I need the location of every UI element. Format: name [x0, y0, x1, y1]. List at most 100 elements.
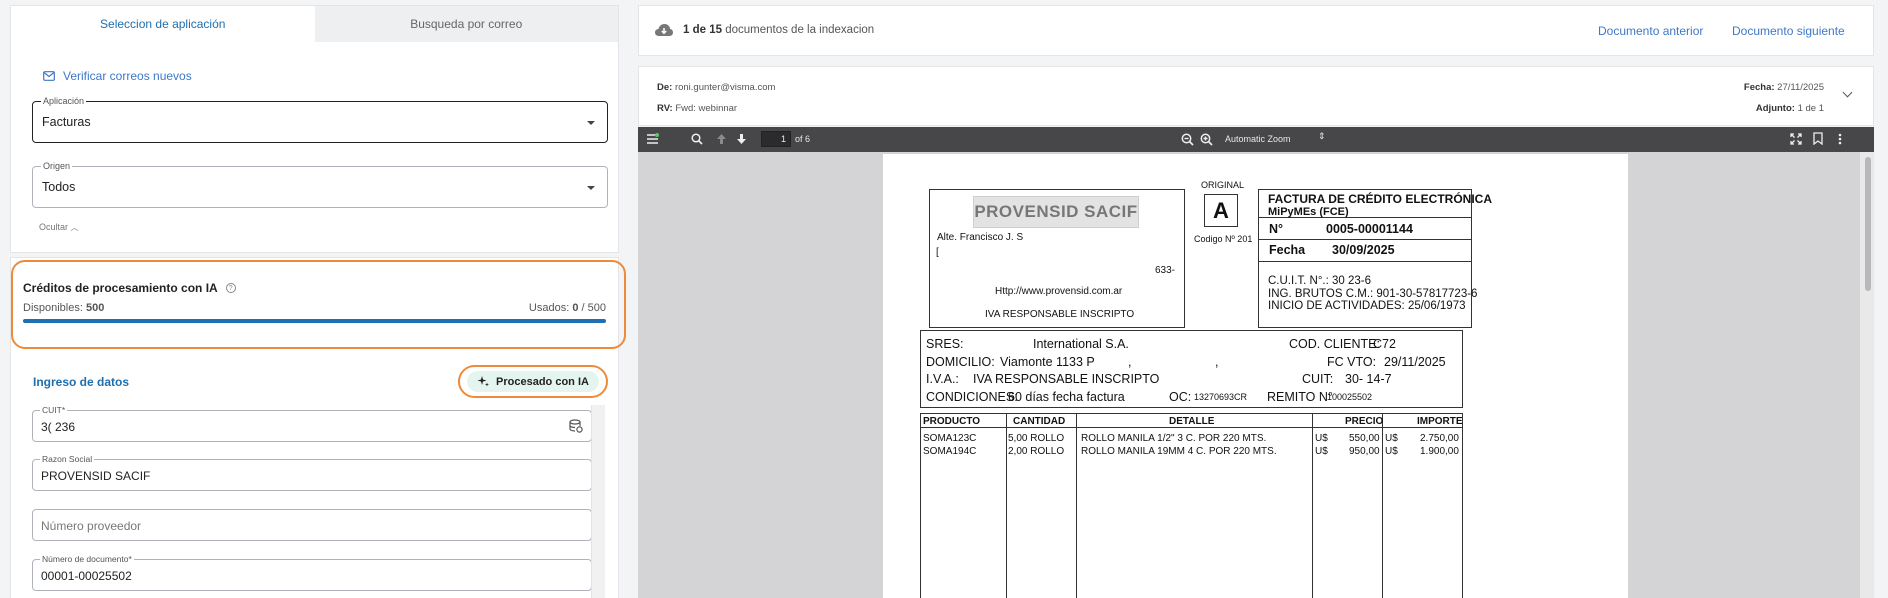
credits-available: Disponibles: 500 — [23, 302, 104, 314]
help-icon[interactable]: ? — [225, 283, 236, 293]
original-label: ORIGINAL — [1201, 180, 1245, 190]
col-cantidad: CANTIDAD — [1013, 416, 1066, 427]
ia-label: Procesado con IA — [496, 375, 589, 388]
row-detalle: ROLLO MANILA 19MM 4 C. POR 220 MTS. — [1081, 446, 1277, 457]
row-cantidad: 5,00 ROLLO — [1008, 433, 1065, 444]
condiciones: 60 días fecha factura — [1008, 390, 1125, 404]
processed-ia-badge[interactable]: Procesado con IA — [458, 365, 608, 398]
mail-attachment: Adjunto: 1 de 1 — [1756, 103, 1824, 114]
emitter-cuit: C.U.I.T. N°.: 30 23-6 — [1268, 275, 1372, 287]
more-options-icon[interactable] — [1838, 133, 1842, 145]
cuit-value: 3( 236 — [41, 420, 76, 434]
divider — [1258, 239, 1472, 240]
arrow-up-icon[interactable] — [716, 133, 727, 145]
mail-date: Fecha: 27/11/2025 — [1744, 82, 1824, 93]
client-code-label: COD. CLIENTE: — [1289, 337, 1380, 351]
expand-icon[interactable] — [1790, 133, 1802, 145]
emitter-address2: [ — [936, 247, 939, 258]
chevron-down-icon — [587, 186, 595, 190]
invoice-date: 30/09/2025 — [1332, 243, 1395, 257]
form-scrollbar[interactable] — [591, 405, 605, 598]
razon-value: PROVENSID SACIF — [41, 469, 151, 483]
attachment-value: 1 de 1 — [1797, 103, 1824, 114]
invoice-date-label: Fecha — [1269, 243, 1306, 257]
ocultar-toggle[interactable]: Ocultar ︿ — [39, 222, 79, 233]
razon-social-field[interactable]: Razon Social PROVENSID SACIF — [32, 454, 592, 491]
zoom-select-arrows-icon[interactable]: ⇕ — [1318, 131, 1326, 142]
client-name: International S.A. — [1033, 337, 1129, 351]
zoom-select[interactable]: Automatic Zoom — [1225, 134, 1291, 144]
position-value: 1 de 15 — [683, 24, 722, 36]
credits-progress-bar — [23, 319, 606, 323]
from-value: roni.gunter@visma.com — [674, 82, 776, 93]
emitter-inicio: INICIO DE ACTIVIDADES: 25/06/1973 — [1268, 300, 1466, 312]
codigo-label: Codigo Nº 201 — [1194, 234, 1253, 244]
row-currency: U$ — [1315, 446, 1328, 457]
viewer-scrollbar-thumb[interactable] — [1865, 157, 1871, 291]
row-precio: 550,00 — [1349, 433, 1380, 444]
razon-label: Razon Social — [40, 454, 95, 464]
zoom-in-icon[interactable] — [1200, 133, 1213, 146]
disponibles-value: 500 — [85, 302, 105, 314]
mail-info-card: De: roni.gunter@visma.com RV: Fwd: webin… — [638, 66, 1874, 126]
origen-label: Origen — [41, 161, 73, 171]
application-selector-card: Seleccion de aplicación Busqueda por cor… — [10, 5, 619, 253]
zoom-out-icon[interactable] — [1181, 133, 1194, 146]
mail-from: De: roni.gunter@visma.com — [657, 82, 775, 93]
chevron-down-icon — [587, 121, 595, 125]
previous-document-button[interactable]: Documento anterior — [1598, 24, 1703, 38]
sres-label: SRES: — [926, 337, 964, 351]
table-column-divider — [1076, 413, 1077, 598]
sidebar-toggle-icon[interactable] — [646, 133, 659, 145]
ocultar-label: Ocultar — [39, 222, 69, 232]
verify-mail-button[interactable]: Verificar correos nuevos — [43, 69, 192, 83]
mail-icon — [43, 71, 55, 81]
col-importe: IMPORTE — [1417, 416, 1463, 427]
col-producto: PRODUCTO — [923, 416, 981, 427]
domicilio-label: DOMICILIO: — [926, 355, 995, 369]
pdf-toolbar: 1 of 6 Automatic Zoom ⇕ — [638, 127, 1874, 152]
row-importe: 2.750,00 — [1420, 433, 1459, 444]
aplicacion-label: Aplicación — [41, 96, 87, 106]
page-number-input[interactable]: 1 — [761, 131, 791, 147]
disponibles-label: Disponibles: — [23, 302, 83, 314]
row-precio: 950,00 — [1349, 446, 1380, 457]
usados-total: / 500 — [581, 302, 606, 314]
cuit-field[interactable]: CUIT* 3( 236 — [32, 405, 592, 442]
subject-value: Fwd: webinnar — [675, 103, 738, 114]
next-document-button[interactable]: Documento siguiente — [1732, 24, 1845, 38]
emitter-iva: IVA RESPONSABLE INSCRIPTO — [985, 309, 1135, 320]
row-producto: SOMA123C — [923, 433, 977, 444]
arrow-down-icon[interactable] — [736, 133, 747, 145]
verify-mail-label: Verificar correos nuevos — [63, 69, 192, 83]
search-icon[interactable] — [691, 133, 703, 145]
row-producto: SOMA194C — [923, 446, 977, 457]
tab-bar: Seleccion de aplicación Busqueda por cor… — [11, 6, 618, 42]
date-label: Fecha: — [1743, 82, 1775, 93]
tab-busqueda-correo[interactable]: Busqueda por correo — [314, 6, 618, 42]
remito-number: 100025502 — [1327, 392, 1373, 402]
credits-title: Créditos de procesamiento con IA ? — [23, 281, 236, 295]
chevron-up-icon: ︿ — [70, 223, 79, 232]
origen-select[interactable]: Origen Todos — [32, 161, 608, 208]
bookmark-icon[interactable] — [1813, 132, 1823, 145]
chevron-down-icon[interactable] — [1842, 87, 1853, 98]
col-detalle: DETALLE — [1169, 416, 1215, 427]
cloud-download-icon[interactable] — [654, 23, 674, 37]
credits-title-text: Créditos de procesamiento con IA — [23, 281, 218, 295]
pdf-viewer: 1 of 6 Automatic Zoom ⇕ PROVENSID SACIF … — [638, 127, 1874, 598]
tab-seleccion-aplicacion[interactable]: Seleccion de aplicación — [11, 6, 315, 42]
oc-label: OC: — [1169, 390, 1192, 404]
fc-vto-label: FC VTO: — [1327, 355, 1377, 369]
row-currency: U$ — [1385, 433, 1398, 444]
row-cantidad: 2,00 ROLLO — [1008, 446, 1065, 457]
database-icon[interactable] — [569, 419, 583, 433]
numero-proveedor-field[interactable]: Número proveedor — [32, 509, 592, 541]
client-code: C72 — [1373, 337, 1396, 351]
cuit-label: CUIT* — [40, 405, 68, 415]
left-panel: Seleccion de aplicación Busqueda por cor… — [10, 5, 626, 598]
aplicacion-select[interactable]: Aplicación Facturas — [32, 96, 608, 143]
numero-documento-field[interactable]: Número de documento* 00001-00025502 — [32, 554, 592, 591]
proveedor-placeholder: Número proveedor — [41, 519, 142, 533]
invoice-number-label: N° — [1269, 222, 1284, 236]
